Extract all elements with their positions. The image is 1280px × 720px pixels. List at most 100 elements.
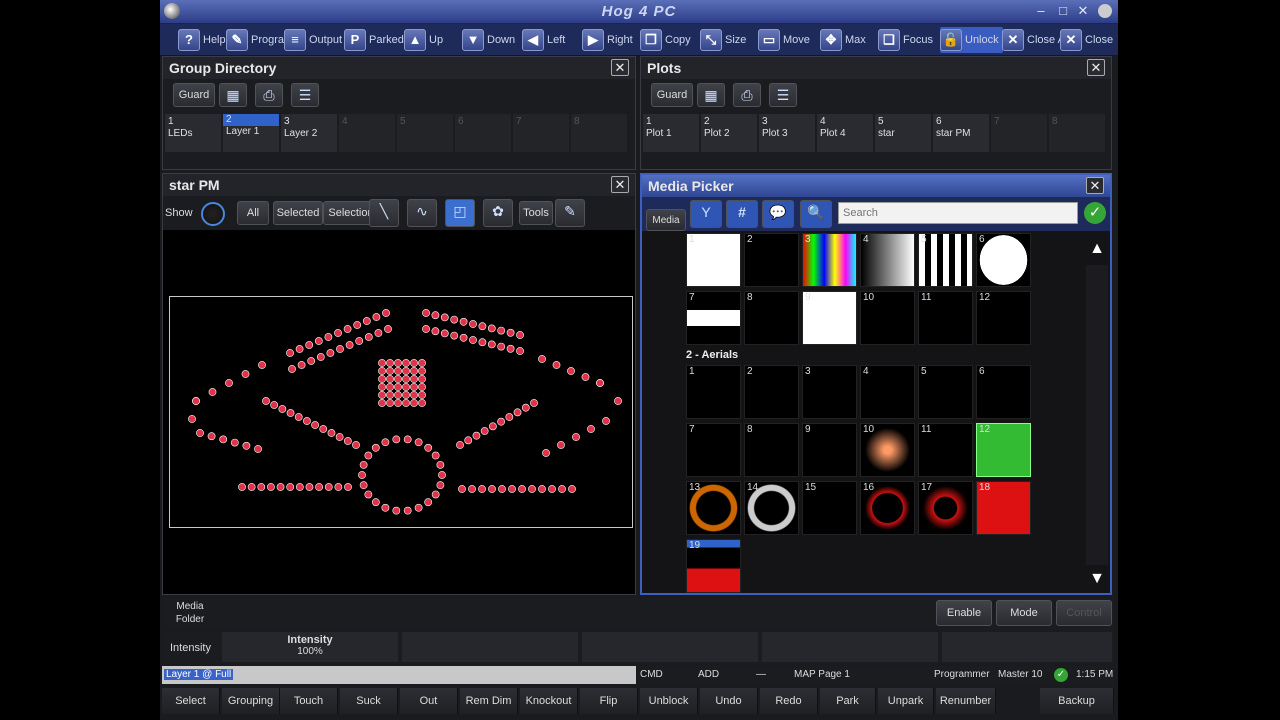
directory-cell[interactable]: 2 Plot 2 <box>701 114 758 152</box>
guard-button[interactable]: Guard <box>651 83 693 107</box>
fixture[interactable] <box>371 443 380 452</box>
search-input[interactable] <box>838 202 1078 224</box>
fixture[interactable] <box>378 383 386 391</box>
enable-button[interactable]: Enable <box>936 600 992 626</box>
help-toolbar-button[interactable]: ? Help <box>178 27 226 53</box>
fixture[interactable] <box>311 421 319 429</box>
minimize-icon[interactable]: – <box>1034 4 1048 18</box>
fixture[interactable] <box>538 355 546 363</box>
fixture[interactable] <box>362 317 371 325</box>
fixture[interactable] <box>418 367 426 375</box>
fixture[interactable] <box>530 399 538 407</box>
media-tile[interactable]: 18 <box>976 481 1031 535</box>
park-button[interactable]: Park <box>820 688 876 714</box>
fixture[interactable] <box>386 367 394 375</box>
close-panel-button[interactable]: ✕ <box>1086 177 1104 194</box>
fixture[interactable] <box>374 329 383 337</box>
fixture[interactable] <box>241 370 250 378</box>
media-folder-button[interactable]: Media Folder <box>168 600 212 626</box>
right-toolbar-button[interactable]: ▶ Right <box>582 27 633 53</box>
fixture[interactable] <box>327 429 336 437</box>
fixture[interactable] <box>394 367 402 375</box>
fixture[interactable] <box>431 490 440 499</box>
fixture[interactable] <box>394 383 402 391</box>
fixture[interactable] <box>418 383 426 391</box>
fixture[interactable] <box>410 367 418 375</box>
fixture[interactable] <box>498 485 506 493</box>
fixture[interactable] <box>262 397 270 405</box>
fixture[interactable] <box>270 401 279 409</box>
fixture[interactable] <box>230 438 239 447</box>
fixture[interactable] <box>402 391 410 399</box>
fixture[interactable] <box>344 483 352 491</box>
fixture[interactable] <box>335 433 344 441</box>
media-tile[interactable]: 15 <box>802 481 857 535</box>
fixture[interactable] <box>431 311 440 320</box>
directory-cell[interactable]: 4 <box>339 114 396 152</box>
fixture[interactable] <box>294 413 303 421</box>
fixture[interactable] <box>295 345 304 353</box>
fixture[interactable] <box>242 441 251 450</box>
up-toolbar-button[interactable]: ▲ Up <box>404 27 443 53</box>
fixture[interactable] <box>343 437 352 445</box>
fixture[interactable] <box>403 506 412 515</box>
number-icon[interactable]: # <box>726 200 758 228</box>
fixture[interactable] <box>472 431 481 440</box>
fixture[interactable] <box>392 506 401 515</box>
media-tile[interactable]: 11 <box>918 423 973 477</box>
all-button[interactable]: All <box>237 201 269 225</box>
command-line[interactable]: Layer 1 @ Full <box>162 666 636 684</box>
plot-canvas[interactable] <box>169 296 633 528</box>
fixture[interactable] <box>381 503 390 512</box>
fixture[interactable] <box>459 333 468 342</box>
copy-toolbar-button[interactable]: ❐ Copy <box>640 27 691 53</box>
fixture[interactable] <box>319 425 328 433</box>
fixture[interactable] <box>478 338 487 347</box>
fixture[interactable] <box>386 383 394 391</box>
media-tile[interactable]: 6 <box>976 233 1031 287</box>
fixture[interactable] <box>359 481 368 490</box>
fixture[interactable] <box>196 429 204 437</box>
fixture[interactable] <box>324 333 333 341</box>
fixture[interactable] <box>334 329 342 337</box>
left-toolbar-button[interactable]: ◀ Left <box>522 27 565 53</box>
media-tile[interactable]: 1 <box>686 233 741 287</box>
fixture[interactable] <box>402 359 410 367</box>
encoder-slot[interactable] <box>762 632 938 662</box>
fixture[interactable] <box>378 391 386 399</box>
fixture[interactable] <box>450 315 459 324</box>
fixture[interactable] <box>516 347 524 355</box>
out-button[interactable]: Out <box>400 688 458 714</box>
unpark-button[interactable]: Unpark <box>878 688 934 714</box>
media-tile[interactable]: 7 <box>686 291 741 345</box>
fixture[interactable] <box>403 435 412 444</box>
directory-cell[interactable]: 7 <box>513 114 570 152</box>
directory-cell[interactable]: 1 Plot 1 <box>643 114 700 152</box>
edit-pencil-icon[interactable]: ✎ <box>555 199 585 227</box>
fixture[interactable] <box>456 441 464 449</box>
media-tile[interactable]: 17 <box>918 481 973 535</box>
fixture[interactable] <box>414 438 423 447</box>
intensity-encoder[interactable]: Intensity 100% <box>222 632 398 662</box>
fixture[interactable] <box>207 432 216 441</box>
fixture[interactable] <box>478 485 486 493</box>
knockout-button[interactable]: Knockout <box>520 688 578 714</box>
media-tile[interactable]: 7 <box>686 423 741 477</box>
encoder-slot[interactable] <box>582 632 758 662</box>
undo-button[interactable]: Undo <box>700 688 758 714</box>
fixture[interactable] <box>358 471 366 479</box>
fixture[interactable] <box>394 399 402 407</box>
fixture-plot[interactable] <box>170 297 634 529</box>
fixture[interactable] <box>516 331 524 339</box>
fixture[interactable] <box>469 336 477 344</box>
confirm-check-icon[interactable]: ✓ <box>1084 202 1106 224</box>
fixture[interactable] <box>581 373 590 381</box>
fixture[interactable] <box>326 349 335 357</box>
media-section-header[interactable]: 2 - Aerials <box>686 349 1034 363</box>
fixture[interactable] <box>295 483 304 491</box>
scroll-up-icon[interactable]: ▲ <box>1086 239 1108 259</box>
media-tile[interactable]: 14 <box>744 481 799 535</box>
fixture[interactable] <box>402 367 410 375</box>
fixture[interactable] <box>422 309 430 317</box>
directory-cell[interactable]: 8 <box>571 114 628 152</box>
